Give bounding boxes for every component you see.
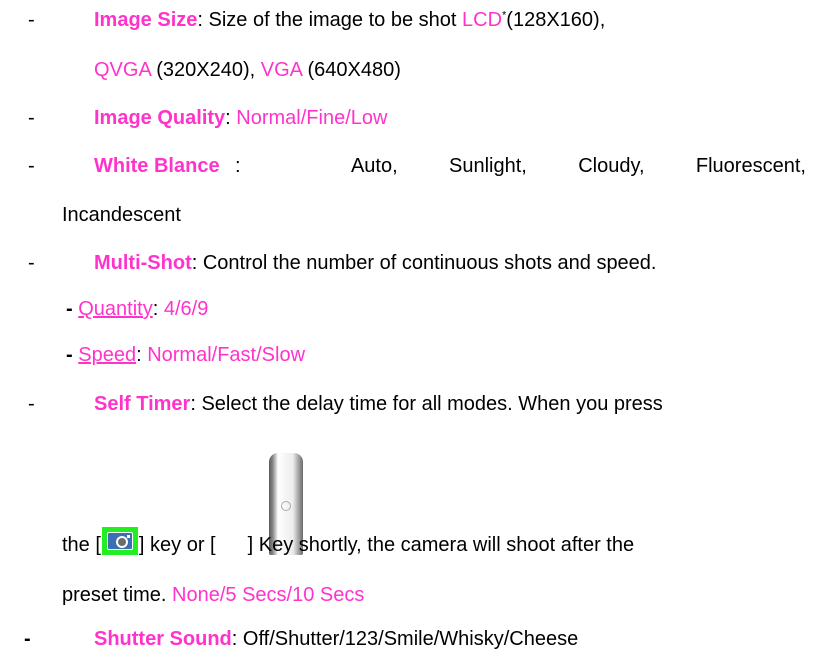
- white-balance-label: White Blance: [94, 155, 220, 177]
- list-dash: -: [24, 628, 31, 650]
- sub-dash: -: [66, 344, 73, 366]
- self-timer-label: Self Timer: [94, 393, 191, 415]
- image-quality-colon: :: [225, 107, 237, 129]
- shutter-sound-line: Shutter Sound: Off/Shutter/123/Smile/Whi…: [94, 627, 578, 651]
- speed-colon: :: [136, 344, 148, 366]
- camera-body: [106, 532, 133, 550]
- speed-line: - Speed: Normal/Fast/Slow: [66, 343, 305, 367]
- multi-shot-text: : Control the number of continuous shots…: [191, 252, 657, 274]
- sub-dash: -: [66, 298, 73, 320]
- wb-option-sunlight: Sunlight,: [449, 155, 527, 177]
- self-timer-line2-a: the [: [62, 534, 101, 556]
- white-balance-colon: :: [235, 155, 241, 177]
- wb-option-incandescent: Incandescent: [62, 204, 181, 226]
- quantity-label: Quantity: [78, 298, 153, 320]
- quantity-options: 4/6/9: [163, 298, 209, 320]
- quantity-line: - Quantity: 4/6/9: [66, 297, 208, 321]
- image-size-text: : Size of the image to be shot: [197, 9, 462, 31]
- image-size-line1: Image Size: Size of the image to be shot…: [94, 8, 605, 32]
- multi-shot-line: Multi-Shot: Control the number of contin…: [94, 251, 657, 275]
- multi-shot-label: Multi-Shot: [94, 252, 192, 274]
- list-dash: -: [28, 107, 35, 129]
- self-timer-line3-text: preset time.: [62, 584, 173, 606]
- self-timer-line2-b: ] key or [: [138, 534, 216, 556]
- list-dash: -: [28, 393, 35, 415]
- lcd-dims: (128X160),: [506, 9, 606, 31]
- vga-dims: (640X480): [301, 59, 401, 81]
- shutter-sound-label: Shutter Sound: [94, 628, 232, 650]
- list-dash: -: [28, 252, 35, 274]
- shutter-sound-options: Off/Shutter/123/Smile/Whisky/Cheese: [242, 628, 579, 650]
- self-timer-line2-c: ] Key shortly, the camera will shoot aft…: [247, 534, 635, 556]
- wb-option-cloudy: Cloudy,: [578, 155, 645, 177]
- self-timer-line1: Self Timer: Select the delay time for al…: [94, 392, 663, 416]
- image-quality-label: Image Quality: [94, 107, 226, 129]
- side-key-dot: [281, 501, 291, 511]
- list-dash: -: [28, 155, 35, 177]
- lcd-label: LCD: [462, 9, 503, 31]
- image-size-label: Image Size: [94, 9, 198, 31]
- vga-label: VGA: [260, 59, 302, 81]
- image-quality-options: Normal/Fine/Low: [236, 107, 388, 129]
- camera-flash: [126, 535, 130, 538]
- image-quality-line: Image Quality: Normal/Fine/Low: [94, 106, 387, 130]
- white-balance-line1: White Blance : Auto, Sunlight, Cloudy, F…: [94, 154, 806, 178]
- list-dash: -: [28, 9, 35, 31]
- speed-label: Speed: [78, 344, 137, 366]
- qvga-dims: (320X240),: [150, 59, 261, 81]
- self-timer-text: : Select the delay time for all modes. W…: [190, 393, 663, 415]
- qvga-label: QVGA: [94, 59, 151, 81]
- image-size-line2: QVGA (320X240), VGA (640X480): [94, 58, 401, 82]
- wb-option-fluorescent: Fluorescent,: [695, 155, 806, 177]
- self-timer-line3: preset time. None/5 Secs/10 Secs: [62, 583, 364, 607]
- self-timer-options: None/5 Secs/10 Secs: [172, 584, 365, 606]
- shutter-sound-colon: :: [231, 628, 243, 650]
- wb-option-auto: Auto,: [350, 155, 398, 177]
- quantity-colon: :: [152, 298, 164, 320]
- camera-key-icon: [101, 527, 138, 555]
- self-timer-line2: the [ ] key or [ ] Key shortly, the camera…: [62, 527, 634, 557]
- speed-options: Normal/Fast/Slow: [147, 344, 306, 366]
